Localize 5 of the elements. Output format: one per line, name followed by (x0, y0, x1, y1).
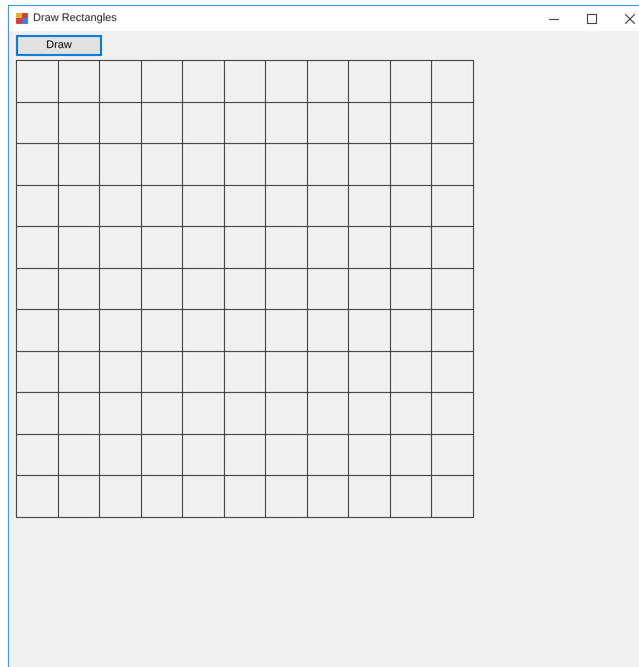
app-icon (16, 13, 28, 24)
draw-button[interactable]: Draw (16, 35, 102, 56)
maximize-icon[interactable] (587, 14, 597, 24)
window-title: Draw Rectangles (33, 11, 117, 26)
close-icon[interactable] (625, 14, 635, 24)
